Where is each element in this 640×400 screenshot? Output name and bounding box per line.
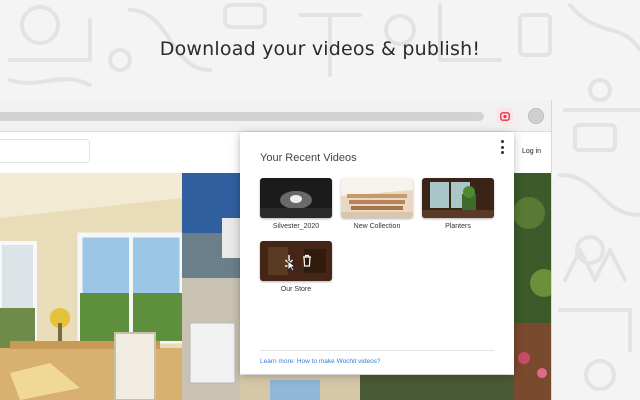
learn-more-link[interactable]: Learn more: How to make Wochit videos?: [260, 358, 381, 365]
video-label: New Collection: [353, 223, 401, 230]
promo-headline: Download your videos & publish!: [159, 38, 481, 60]
video-label: Silvester_2020: [272, 223, 320, 230]
garden-photo: [514, 173, 551, 400]
video-thumbnail[interactable]: [341, 178, 413, 218]
video-card[interactable]: Planters: [422, 178, 494, 230]
trash-icon[interactable]: [302, 254, 312, 267]
video-thumbnail[interactable]: [260, 178, 332, 218]
video-card[interactable]: Our Store: [260, 241, 332, 293]
popup-divider: [260, 350, 494, 351]
more-vertical-icon[interactable]: [498, 140, 506, 154]
cursor-icon: [287, 260, 296, 272]
address-bar[interactable]: [0, 112, 484, 121]
video-label: Planters: [445, 223, 471, 230]
video-card[interactable]: Silvester_2020: [260, 178, 332, 230]
video-card[interactable]: New Collection: [341, 178, 413, 230]
video-label: Our Store: [280, 286, 312, 293]
video-thumbnail[interactable]: [260, 241, 332, 281]
login-link[interactable]: Log in: [522, 148, 541, 155]
coast-photo: [182, 173, 240, 400]
popup-title: Your Recent Videos: [260, 152, 357, 164]
recent-videos-popup: Your Recent Videos Silvester_2020 New Co…: [240, 132, 514, 374]
bottom-photo: [240, 375, 514, 400]
wochit-video-icon[interactable]: [497, 108, 513, 124]
site-search-input[interactable]: [0, 139, 90, 163]
video-thumbnail[interactable]: [422, 178, 494, 218]
room-photo: [0, 173, 182, 400]
avatar-icon[interactable]: [528, 108, 544, 124]
browser-toolbar: [0, 100, 551, 132]
